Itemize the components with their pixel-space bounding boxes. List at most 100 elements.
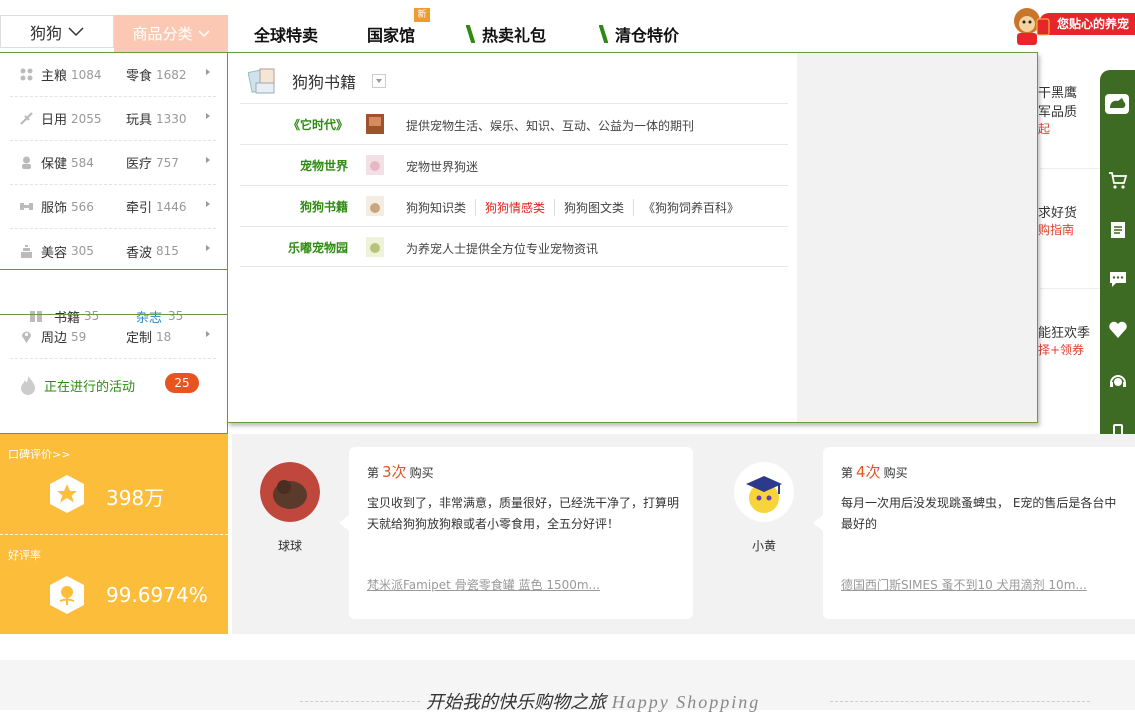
promo-item-tag: 起 <box>1038 122 1051 136</box>
category-group-misc: 周边 59 定制 18 正在进行的活动 25 <box>0 314 228 434</box>
message-icon[interactable] <box>1108 269 1128 289</box>
promo-item[interactable]: 求好货 购指南 <box>1038 202 1077 238</box>
nav-global-sale[interactable]: 全球特卖 <box>254 22 318 46</box>
review-username: 球球 <box>277 539 302 553</box>
rating-label[interactable]: 口碑评价>> <box>8 446 70 462</box>
arrow-right-icon <box>206 201 210 207</box>
orders-icon[interactable] <box>1108 220 1128 240</box>
category-row[interactable]: 保健 584 医疗 757 <box>10 141 216 185</box>
category-count: 584 <box>71 155 94 170</box>
avatar <box>260 462 320 522</box>
dropdown-item[interactable]: 狗狗知识类 <box>406 199 475 216</box>
purchase-count: 第 3次 购买 <box>367 461 434 482</box>
divider <box>1040 168 1102 169</box>
category-count: 815 <box>156 244 179 258</box>
category-name: 服饰 <box>41 201 68 216</box>
promo-item-line: 干黑鹰 <box>1038 86 1078 101</box>
arrow-right-icon <box>206 157 210 163</box>
bone-icon <box>466 25 475 43</box>
category-list: 主粮 1084 零食 1682 日用 2055 玩具 1330 保健 584 医疗 757 … <box>0 52 228 434</box>
category-row[interactable]: 主粮 1084 零食 1682 <box>10 53 216 97</box>
category-name: 周边 <box>41 331 68 346</box>
health-icon <box>22 156 31 169</box>
promo-item[interactable]: 能狂欢季 择+领券 <box>1038 322 1090 358</box>
divider <box>1040 288 1102 289</box>
review-product-link[interactable]: 梵米派Famipet 骨瓷零食罐 蓝色 1500m... <box>367 576 600 593</box>
category-name: 美容 <box>41 245 68 261</box>
footer-slogan-area: 开始我的快乐购物之旅 Happy Shopping <box>0 660 1135 713</box>
review-card: 第 4次 购买 每月一次用后没发现跳蚤蜱虫， E宠的售后是各台中最好的 德国西门斯S… <box>813 447 1135 619</box>
dropdown-row: 乐嘟宠物园 为养宠人士提供全方位专业宠物资讯 <box>240 226 788 267</box>
category-row[interactable]: 日用 2055 玩具 1330 <box>10 97 216 141</box>
slogan-en: Happy Shopping <box>611 692 761 712</box>
purchase-count: 第 4次 购买 <box>841 461 908 482</box>
promo-item-line: 军品质 <box>1038 105 1078 120</box>
heart-icon[interactable] <box>1108 320 1128 340</box>
clothing-icon <box>20 203 33 210</box>
reviews-section: 球球 第 3次 购买 宝贝收到了，非常满意，质量很好，已经洗干净了，打算明天就给狗狗… <box>232 434 1135 634</box>
dropdown-item[interactable]: 宠物世界狗迷 <box>406 158 487 175</box>
category-name: 玩具 <box>126 113 153 128</box>
dropdown-item[interactable]: 狗狗图文类 <box>554 199 633 216</box>
good-rate-value: 99.6974% <box>106 583 208 607</box>
dropdown-row-label[interactable]: 狗狗书籍 <box>240 198 348 215</box>
location-pin-icon <box>22 331 31 343</box>
dropdown-toggle[interactable] <box>372 74 387 88</box>
dropdown-item[interactable]: 提供宠物生活、娱乐、知识、互动、公益为一体的期刊 <box>406 117 703 134</box>
divider <box>0 534 228 535</box>
review-card: 第 3次 购买 宝贝收到了，非常满意，质量很好，已经洗干净了，打算明天就给狗狗放狗粮… <box>339 447 693 619</box>
category-name: 香波 <box>126 245 153 261</box>
category-count: 305 <box>71 244 94 258</box>
cart-icon[interactable] <box>1108 170 1128 190</box>
category-dropdown-panel: 狗狗书籍 《它时代》 提供宠物生活、娱乐、知识、互动、公益为一体的期刊 宠物世界… <box>227 52 1038 423</box>
promo-item-tag: 购指南 <box>1038 223 1075 237</box>
category-row[interactable]: 服饰 566 牵引 1446 <box>10 185 216 229</box>
divider <box>830 701 1090 702</box>
book-cover-icon <box>366 196 384 216</box>
purchase-count-prefix: 第 <box>367 466 380 480</box>
activity-label: 正在进行的活动 <box>44 379 136 395</box>
bone-icon <box>599 25 608 43</box>
dropdown-item-highlighted[interactable]: 狗狗情感类 <box>475 199 554 216</box>
category-name: 保健 <box>41 157 68 172</box>
category-name: 医疗 <box>126 157 153 172</box>
purchase-times: 4次 <box>856 463 881 481</box>
nav-country-hall-label: 国家馆 <box>367 26 416 45</box>
promo-item-line: 求好货 <box>1038 206 1078 221</box>
magazine-cover-icon <box>366 155 384 175</box>
dropdown-item[interactable]: 为养宠人士提供全方位专业宠物资讯 <box>406 240 607 257</box>
category-count: 59 <box>71 329 87 344</box>
nav-hot-bundles[interactable]: 热卖礼包 <box>466 22 546 46</box>
nav-clearance[interactable]: 清仓特价 <box>599 22 679 46</box>
rating-value: 398万 <box>106 486 165 510</box>
promo-banner[interactable]: 您贴心的养宠 <box>1009 5 1135 45</box>
category-row[interactable]: 周边 59 定制 18 <box>10 315 216 359</box>
dropdown-row-label[interactable]: 乐嘟宠物园 <box>240 239 348 256</box>
customer-service-icon[interactable] <box>1108 371 1128 391</box>
magazine-cover-icon <box>366 114 384 134</box>
review-username: 小黄 <box>751 539 776 553</box>
divider <box>300 701 420 702</box>
chevron-down-icon <box>197 29 210 37</box>
arrow-right-icon <box>206 331 210 337</box>
dropdown-row-label[interactable]: 《它时代》 <box>240 116 348 133</box>
review-text: 宝贝收到了，非常满意，质量很好，已经洗干净了，打算明天就给狗狗放狗粮或者小零食用… <box>367 496 680 531</box>
review-product-link[interactable]: 德国西门斯SIMES 蚤不到10 犬用滴剂 10m... <box>841 576 1087 593</box>
dog-icon[interactable] <box>1104 92 1130 116</box>
star-badge-icon <box>50 475 84 513</box>
daily-use-icon <box>20 112 33 125</box>
dropdown-item[interactable]: 《狗狗饲养百科》 <box>633 199 748 216</box>
nav-country-hall[interactable]: 国家馆 <box>367 22 415 46</box>
category-count: 1446 <box>156 199 187 214</box>
dropdown-row-label[interactable]: 宠物世界 <box>240 157 348 174</box>
pet-type-select[interactable]: 狗狗 <box>0 15 114 48</box>
category-row[interactable]: 美容 305 香波 815 <box>10 229 216 273</box>
slogan: 开始我的快乐购物之旅 Happy Shopping <box>426 688 760 714</box>
review-text: 每月一次用后没发现跳蚤蜱虫， E宠的售后是各台中最好的 <box>841 496 1117 531</box>
category-menu-button[interactable]: 商品分类 <box>114 15 228 52</box>
promo-item[interactable]: 干黑鹰 军品质 起 <box>1038 82 1077 137</box>
books-thumbnail-icon <box>248 68 275 94</box>
pet-type-label: 狗狗 <box>29 23 62 43</box>
activity-row[interactable]: 正在进行的活动 25 <box>10 363 216 407</box>
avatar <box>734 462 794 522</box>
